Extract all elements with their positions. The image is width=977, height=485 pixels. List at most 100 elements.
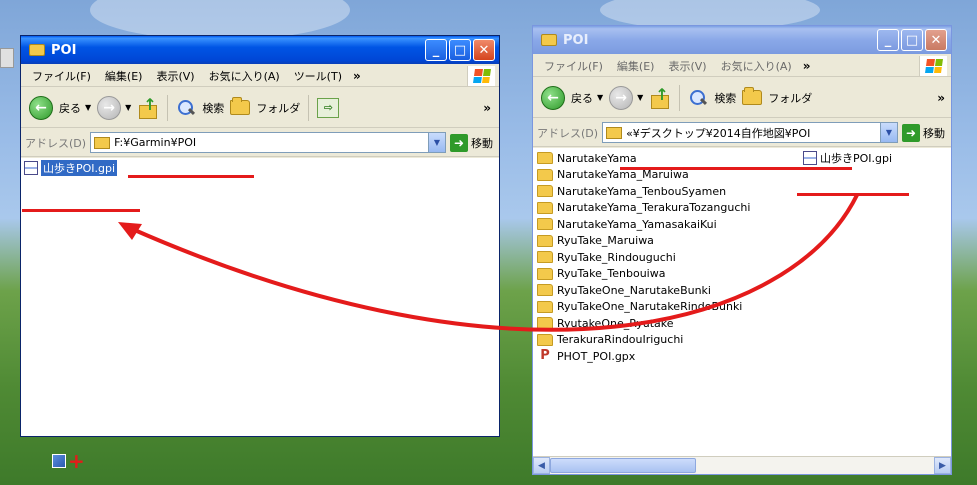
go-label: 移動 bbox=[471, 136, 493, 150]
folder-icon bbox=[537, 317, 553, 330]
chevron-down-icon[interactable]: ▼ bbox=[428, 133, 445, 152]
forward-dropdown-icon[interactable]: ▼ bbox=[637, 93, 643, 102]
window-title: POI bbox=[51, 42, 77, 58]
list-item[interactable]: RyutakeOne_Ryutake bbox=[533, 315, 750, 332]
close-button[interactable]: ✕ bbox=[925, 29, 947, 51]
address-input[interactable]: F:¥Garmin¥POI ▼ bbox=[90, 132, 446, 153]
menu-favorites[interactable]: お気に入り(A) bbox=[714, 58, 799, 74]
toolbar-more-chevron[interactable]: » bbox=[937, 91, 945, 105]
minimize-button[interactable]: _ bbox=[425, 39, 447, 61]
item-name: RyuTakeOne_NarutakeBunki bbox=[557, 283, 711, 297]
address-value[interactable]: F:¥Garmin¥POI bbox=[114, 136, 196, 149]
address-value[interactable]: «¥デスクトップ¥2014自作地図¥POI bbox=[626, 125, 810, 141]
address-input[interactable]: «¥デスクトップ¥2014自作地図¥POI ▼ bbox=[602, 122, 898, 143]
desktop-shortcut[interactable]: + bbox=[52, 451, 85, 471]
list-item[interactable]: NarutakeYama_YamasakaiKui bbox=[533, 216, 750, 233]
scroll-track[interactable] bbox=[550, 457, 934, 474]
list-item[interactable]: TerakuraRindouIriguchi bbox=[533, 332, 750, 349]
folder-icon bbox=[537, 185, 553, 198]
horizontal-scrollbar[interactable]: ◀ ▶ bbox=[533, 456, 951, 474]
go-arrow-icon: ➜ bbox=[902, 123, 920, 142]
menu-edit[interactable]: 編集(E) bbox=[98, 68, 150, 84]
list-item[interactable]: RyuTakeOne_NarutakeBunki bbox=[533, 282, 750, 299]
move-to-icon[interactable]: ⇨ bbox=[317, 97, 340, 118]
back-dropdown-icon[interactable]: ▼ bbox=[85, 103, 91, 112]
close-button[interactable]: ✕ bbox=[473, 39, 495, 61]
folder-icon bbox=[541, 34, 557, 46]
maximize-button[interactable]: □ bbox=[901, 29, 923, 51]
list-item[interactable]: RyuTake_Rindouguchi bbox=[533, 249, 750, 266]
up-folder-icon[interactable] bbox=[649, 85, 671, 109]
scroll-thumb[interactable] bbox=[550, 458, 696, 473]
search-button[interactable]: 検索 bbox=[202, 100, 224, 116]
minimize-button[interactable]: _ bbox=[877, 29, 899, 51]
menu-view[interactable]: 表示(V) bbox=[661, 58, 713, 74]
title-bar[interactable]: POI _ □ ✕ bbox=[533, 26, 951, 54]
folders-button[interactable]: フォルダ bbox=[768, 90, 812, 106]
up-folder-icon[interactable] bbox=[137, 95, 159, 119]
list-item[interactable]: NarutakeYama_TenbouSyamen bbox=[533, 183, 750, 200]
maximize-button[interactable]: □ bbox=[449, 39, 471, 61]
item-name: NarutakeYama_YamasakaiKui bbox=[557, 217, 717, 231]
forward-dropdown-icon[interactable]: ▼ bbox=[125, 103, 131, 112]
list-item[interactable]: NarutakeYama_TerakuraTozanguchi bbox=[533, 200, 750, 217]
partial-window-edge bbox=[0, 48, 14, 68]
scroll-right-icon[interactable]: ▶ bbox=[934, 457, 951, 474]
search-button[interactable]: 検索 bbox=[714, 90, 736, 106]
back-arrow-icon[interactable]: ← bbox=[541, 85, 565, 110]
annotation-underline-right-file bbox=[797, 193, 909, 196]
search-icon[interactable] bbox=[688, 88, 708, 108]
annotation-underline-left-file bbox=[22, 209, 140, 212]
menu-tools[interactable]: ツール(T) bbox=[287, 68, 349, 84]
list-item[interactable]: NarutakeYama bbox=[533, 150, 750, 167]
toolbar-separator bbox=[308, 94, 310, 121]
go-button[interactable]: ➜ 移動 bbox=[902, 123, 947, 142]
gpx-file-icon: P bbox=[540, 348, 550, 364]
gpi-file-icon bbox=[24, 161, 38, 175]
menu-more-chevron[interactable]: » bbox=[353, 69, 361, 83]
menu-file[interactable]: ファイル(F) bbox=[25, 68, 98, 84]
go-button[interactable]: ➜ 移動 bbox=[450, 133, 495, 152]
menu-favorites[interactable]: お気に入り(A) bbox=[202, 68, 287, 84]
item-name: NarutakeYama_TenbouSyamen bbox=[557, 184, 727, 198]
file-item-gpi[interactable]: 山歩きPOI.gpi bbox=[803, 150, 892, 166]
list-item[interactable]: RyuTakeOne_NarutakeRindoBunki bbox=[533, 299, 750, 316]
back-button[interactable]: 戻る bbox=[571, 90, 593, 106]
file-item-gpi[interactable]: 山歩きPOI.gpi bbox=[24, 160, 118, 176]
forward-button[interactable]: → bbox=[97, 95, 122, 120]
folders-icon[interactable] bbox=[230, 97, 251, 115]
list-item[interactable]: P PHOT_POI.gpx bbox=[533, 348, 750, 365]
list-item[interactable]: RyuTake_Maruiwa bbox=[533, 233, 750, 250]
item-name: NarutakeYama_TerakuraTozanguchi bbox=[557, 201, 751, 215]
menu-edit[interactable]: 編集(E) bbox=[610, 58, 662, 74]
folders-icon[interactable] bbox=[742, 87, 763, 105]
back-button[interactable]: 戻る bbox=[59, 100, 81, 116]
chevron-down-icon[interactable]: ▼ bbox=[880, 123, 897, 142]
file-list-area[interactable]: 山歩きPOI.gpi bbox=[21, 158, 499, 436]
item-name: RyuTake_Maruiwa bbox=[557, 234, 654, 248]
item-name: NarutakeYama bbox=[557, 151, 637, 165]
folder-icon bbox=[94, 136, 111, 149]
cloud bbox=[90, 0, 350, 40]
folders-button[interactable]: フォルダ bbox=[256, 100, 300, 116]
toolbar-more-chevron[interactable]: » bbox=[483, 101, 491, 115]
toolbar-separator bbox=[167, 94, 169, 121]
file-list: NarutakeYama NarutakeYama_Maruiwa Naruta… bbox=[533, 150, 750, 365]
back-dropdown-icon[interactable]: ▼ bbox=[597, 93, 603, 102]
menu-view[interactable]: 表示(V) bbox=[149, 68, 201, 84]
menu-more-chevron[interactable]: » bbox=[803, 59, 811, 73]
search-icon[interactable] bbox=[176, 98, 196, 118]
menu-file[interactable]: ファイル(F) bbox=[537, 58, 610, 74]
standard-toolbar: ← 戻る ▼ → ▼ 検索 フォルダ » bbox=[533, 78, 951, 118]
forward-button[interactable]: → bbox=[609, 85, 634, 110]
list-item[interactable]: RyuTake_Tenbouiwa bbox=[533, 266, 750, 283]
annotation-underline-right-address bbox=[620, 167, 852, 170]
title-bar[interactable]: POI _ □ ✕ bbox=[21, 36, 499, 64]
item-name: TerakuraRindouIriguchi bbox=[557, 333, 684, 347]
explorer-window-garmin: POI _ □ ✕ ファイル(F) 編集(E) 表示(V) お気に入り(A) ツ… bbox=[20, 35, 500, 437]
scroll-left-icon[interactable]: ◀ bbox=[533, 457, 550, 474]
folder-icon bbox=[537, 267, 553, 280]
item-name: RyuTake_Rindouguchi bbox=[557, 250, 676, 264]
folder-icon bbox=[537, 234, 553, 247]
back-arrow-icon[interactable]: ← bbox=[29, 95, 53, 120]
